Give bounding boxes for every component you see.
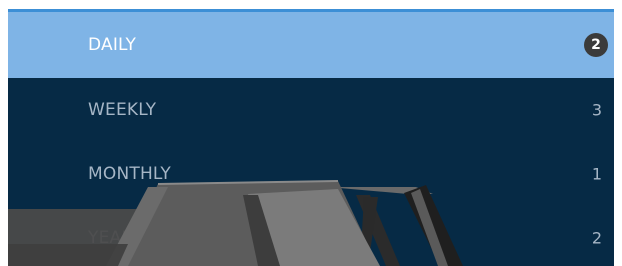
item-count: 3 <box>591 100 602 120</box>
menu-item-daily[interactable]: DAILY 2 <box>8 12 614 78</box>
menu-item-weekly[interactable]: WEEKLY 3 <box>8 78 614 142</box>
item-count: 2 <box>591 228 602 248</box>
menu-item-label: DAILY <box>88 35 137 55</box>
period-menu: DAILY 2 WEEKLY 3 MONTHLY 1 YEARLY 2 <box>8 9 614 266</box>
count-badge: 2 <box>584 33 608 57</box>
menu-item-label: MONTHLY <box>88 164 171 184</box>
item-count: 1 <box>591 164 602 184</box>
menu-item-yearly[interactable]: YEARLY 2 <box>8 206 614 266</box>
menu-item-label: YEARLY <box>88 228 152 248</box>
menu-item-label: WEEKLY <box>88 100 157 120</box>
menu-item-monthly[interactable]: MONTHLY 1 <box>8 142 614 206</box>
